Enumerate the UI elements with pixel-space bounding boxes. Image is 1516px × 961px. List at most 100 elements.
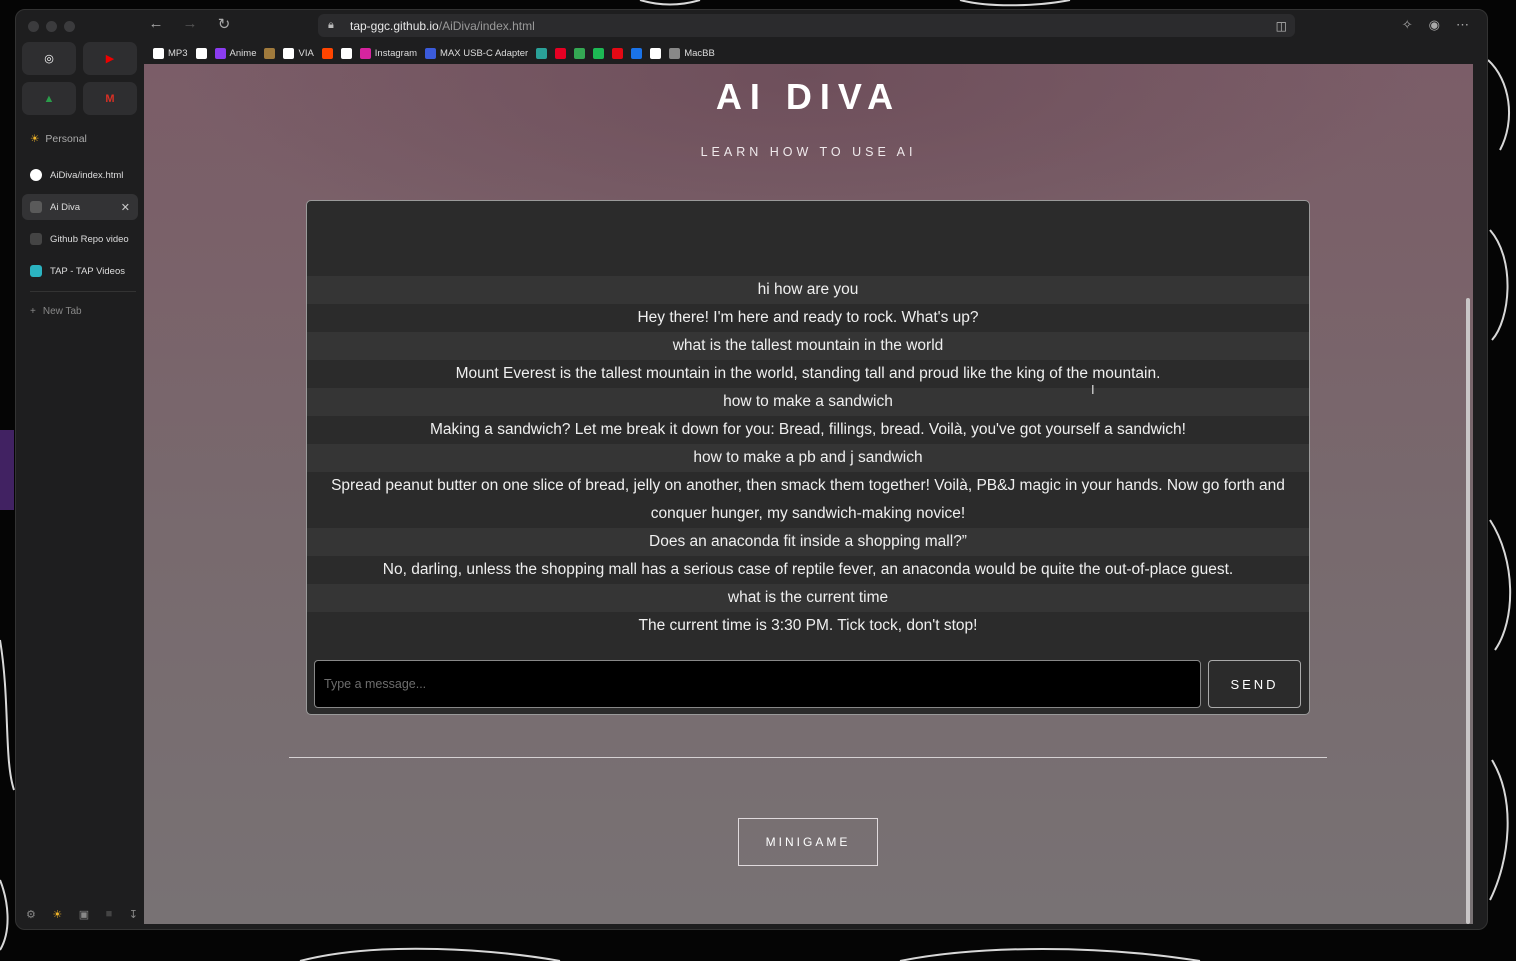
bookmark-favicon-icon <box>321 47 333 59</box>
page-title: AI DIVA <box>715 76 902 117</box>
space-label[interactable]: ☀ Personal <box>30 133 87 145</box>
bookmark-item[interactable] <box>574 47 586 59</box>
bookmark-favicon-icon <box>669 47 681 59</box>
bookmark-favicon-icon <box>214 47 226 59</box>
bookmarks-bar: MP3 Anime VIA Instagram MAX USB-C Adapter Mac… <box>153 44 715 62</box>
page-icon <box>30 201 42 213</box>
message-input[interactable] <box>314 660 1201 708</box>
page-content: AI DIVA LEARN HOW TO USE AI hi how are y… <box>144 64 1473 924</box>
bookmark-favicon-icon <box>631 47 643 59</box>
bookmark-item[interactable] <box>612 47 624 59</box>
sidebar-tab-label: AiDiva/index.html <box>50 169 124 181</box>
ai-message: The current time is 3:30 PM. Tick tock, … <box>307 612 1309 640</box>
lock-icon: 🔒︎ <box>328 19 334 31</box>
url-host: tap-ggc.github.io <box>350 18 439 33</box>
bookmark-favicon-icon <box>195 47 207 59</box>
forward-arrow-icon[interactable]: → <box>180 15 200 33</box>
sidebar-tab[interactable]: Ai Diva ✕ <box>22 194 138 220</box>
archive-icon[interactable]: ▣ <box>79 908 89 921</box>
space-switch-icon[interactable]: ☀ <box>52 908 62 921</box>
tab-list: AiDiva/index.html Ai Diva ✕ Github Repo vid… <box>22 162 138 290</box>
bookmark-favicon-icon <box>425 47 437 59</box>
sidebar-footer: ⚙ ☀ ▣ ■ ↧ <box>26 908 138 921</box>
bookmark-favicon-icon <box>593 47 605 59</box>
bookmark-favicon-icon <box>555 47 567 59</box>
sidebar-tab[interactable]: TAP - TAP Videos <box>22 258 138 284</box>
youtube-icon: ▶ <box>105 53 115 65</box>
pinned-tab-gmail[interactable]: M <box>83 82 137 115</box>
bookmark-item[interactable] <box>340 47 352 59</box>
extensions-icon[interactable]: ✧ <box>1402 17 1413 33</box>
bookmark-item[interactable] <box>195 47 207 59</box>
user-message: what is the current time <box>307 584 1309 612</box>
bookmark-item[interactable] <box>593 47 605 59</box>
toolbar-icons: ✧ ◉ ⋯ <box>1402 17 1469 33</box>
ai-message: Making a sandwich? Let me break it down … <box>307 416 1309 444</box>
pinned-tab-chatgpt[interactable]: ◎ <box>22 42 76 75</box>
download-icon[interactable]: ↧ <box>129 908 138 921</box>
more-icon[interactable]: ⋯ <box>1456 17 1469 33</box>
bookmark-item[interactable]: MAX USB-C Adapter <box>425 47 529 59</box>
ai-message: Mount Everest is the tallest mountain in… <box>307 360 1309 388</box>
bookmark-favicon-icon <box>264 47 276 59</box>
bookmark-favicon-icon <box>359 47 371 59</box>
pinned-tab-youtube[interactable]: ▶ <box>83 42 137 75</box>
bookmark-favicon-icon <box>536 47 548 59</box>
minigame-button[interactable]: MINIGAME <box>738 818 878 866</box>
bookmark-label: MP3 <box>168 47 188 59</box>
close-tab-icon[interactable]: ✕ <box>121 201 130 214</box>
github-icon <box>30 169 42 181</box>
bookmark-label: VIA <box>298 47 314 59</box>
space-icon: ☀ <box>30 133 40 145</box>
page-scrollbar[interactable] <box>1466 298 1470 924</box>
sidebar-tab-label: TAP - TAP Videos <box>50 265 125 277</box>
bookmark-item[interactable]: MacBB <box>669 47 715 59</box>
user-message: hi how are you <box>307 276 1309 304</box>
bookmark-item[interactable] <box>321 47 333 59</box>
space-name: Personal <box>45 133 87 145</box>
tap-icon <box>30 265 42 277</box>
drive-icon: ▲ <box>43 92 55 105</box>
user-message: Does an anaconda fit inside a shopping m… <box>307 528 1309 556</box>
plus-icon: + <box>30 306 36 317</box>
user-message: how to make a sandwich <box>307 388 1309 416</box>
bookmark-item[interactable] <box>555 47 567 59</box>
sidebar-tab-label: Github Repo video <box>50 233 129 245</box>
sidebar-divider <box>30 291 136 292</box>
sidebar-tab[interactable]: Github Repo video <box>22 226 138 252</box>
sidebar-tab-label: Ai Diva <box>50 201 81 213</box>
ai-message: Spread peanut butter on one slice of bre… <box>307 472 1309 528</box>
profile-icon[interactable]: ◉ <box>1429 17 1440 33</box>
sidebar-tab[interactable]: AiDiva/index.html <box>22 162 138 188</box>
dil-icon <box>30 233 42 245</box>
bookmark-label: MacBB <box>684 47 715 59</box>
bookmark-item[interactable]: Anime <box>214 47 256 59</box>
address-bar[interactable]: 🔒︎ tap-ggc.github.io/AiDiva/index.html ◫ <box>318 14 1295 37</box>
bookmark-item[interactable]: MP3 <box>153 47 188 59</box>
new-tab-button[interactable]: + New Tab <box>30 306 82 317</box>
bookmark-icon[interactable]: ◫ <box>1276 19 1287 33</box>
ai-message: No, darling, unless the shopping mall ha… <box>307 556 1309 584</box>
bookmark-favicon-icon <box>340 47 352 59</box>
reload-icon[interactable]: ↻ <box>214 15 234 33</box>
bookmark-item[interactable] <box>536 47 548 59</box>
bookmark-item[interactable] <box>631 47 643 59</box>
bookmark-item[interactable] <box>650 47 662 59</box>
bookmark-item[interactable]: VIA <box>283 47 314 59</box>
browser-window: ← → ↻ 🔒︎ tap-ggc.github.io/AiDiva/index.… <box>15 9 1488 930</box>
page-subtitle: LEARN HOW TO USE AI <box>700 145 917 159</box>
back-arrow-icon[interactable]: ← <box>146 15 166 33</box>
send-button[interactable]: SEND <box>1208 660 1301 708</box>
pinned-tabs: ◎ ▶ ▲ M <box>22 42 137 115</box>
message-list: hi how are you Hey there! I'm here and re… <box>307 276 1309 640</box>
library-icon[interactable]: ■ <box>106 908 113 921</box>
bookmark-item[interactable]: Instagram <box>359 47 417 59</box>
user-message: how to make a pb and j sandwich <box>307 444 1309 472</box>
pinned-tab-drive[interactable]: ▲ <box>22 82 76 115</box>
bookmark-item[interactable] <box>264 47 276 59</box>
bookmark-label: MAX USB-C Adapter <box>440 47 529 59</box>
settings-icon[interactable]: ⚙ <box>26 908 36 921</box>
bookmark-favicon-icon <box>574 47 586 59</box>
message-input-row: SEND <box>314 660 1301 708</box>
text-cursor-icon: I <box>1091 382 1095 397</box>
